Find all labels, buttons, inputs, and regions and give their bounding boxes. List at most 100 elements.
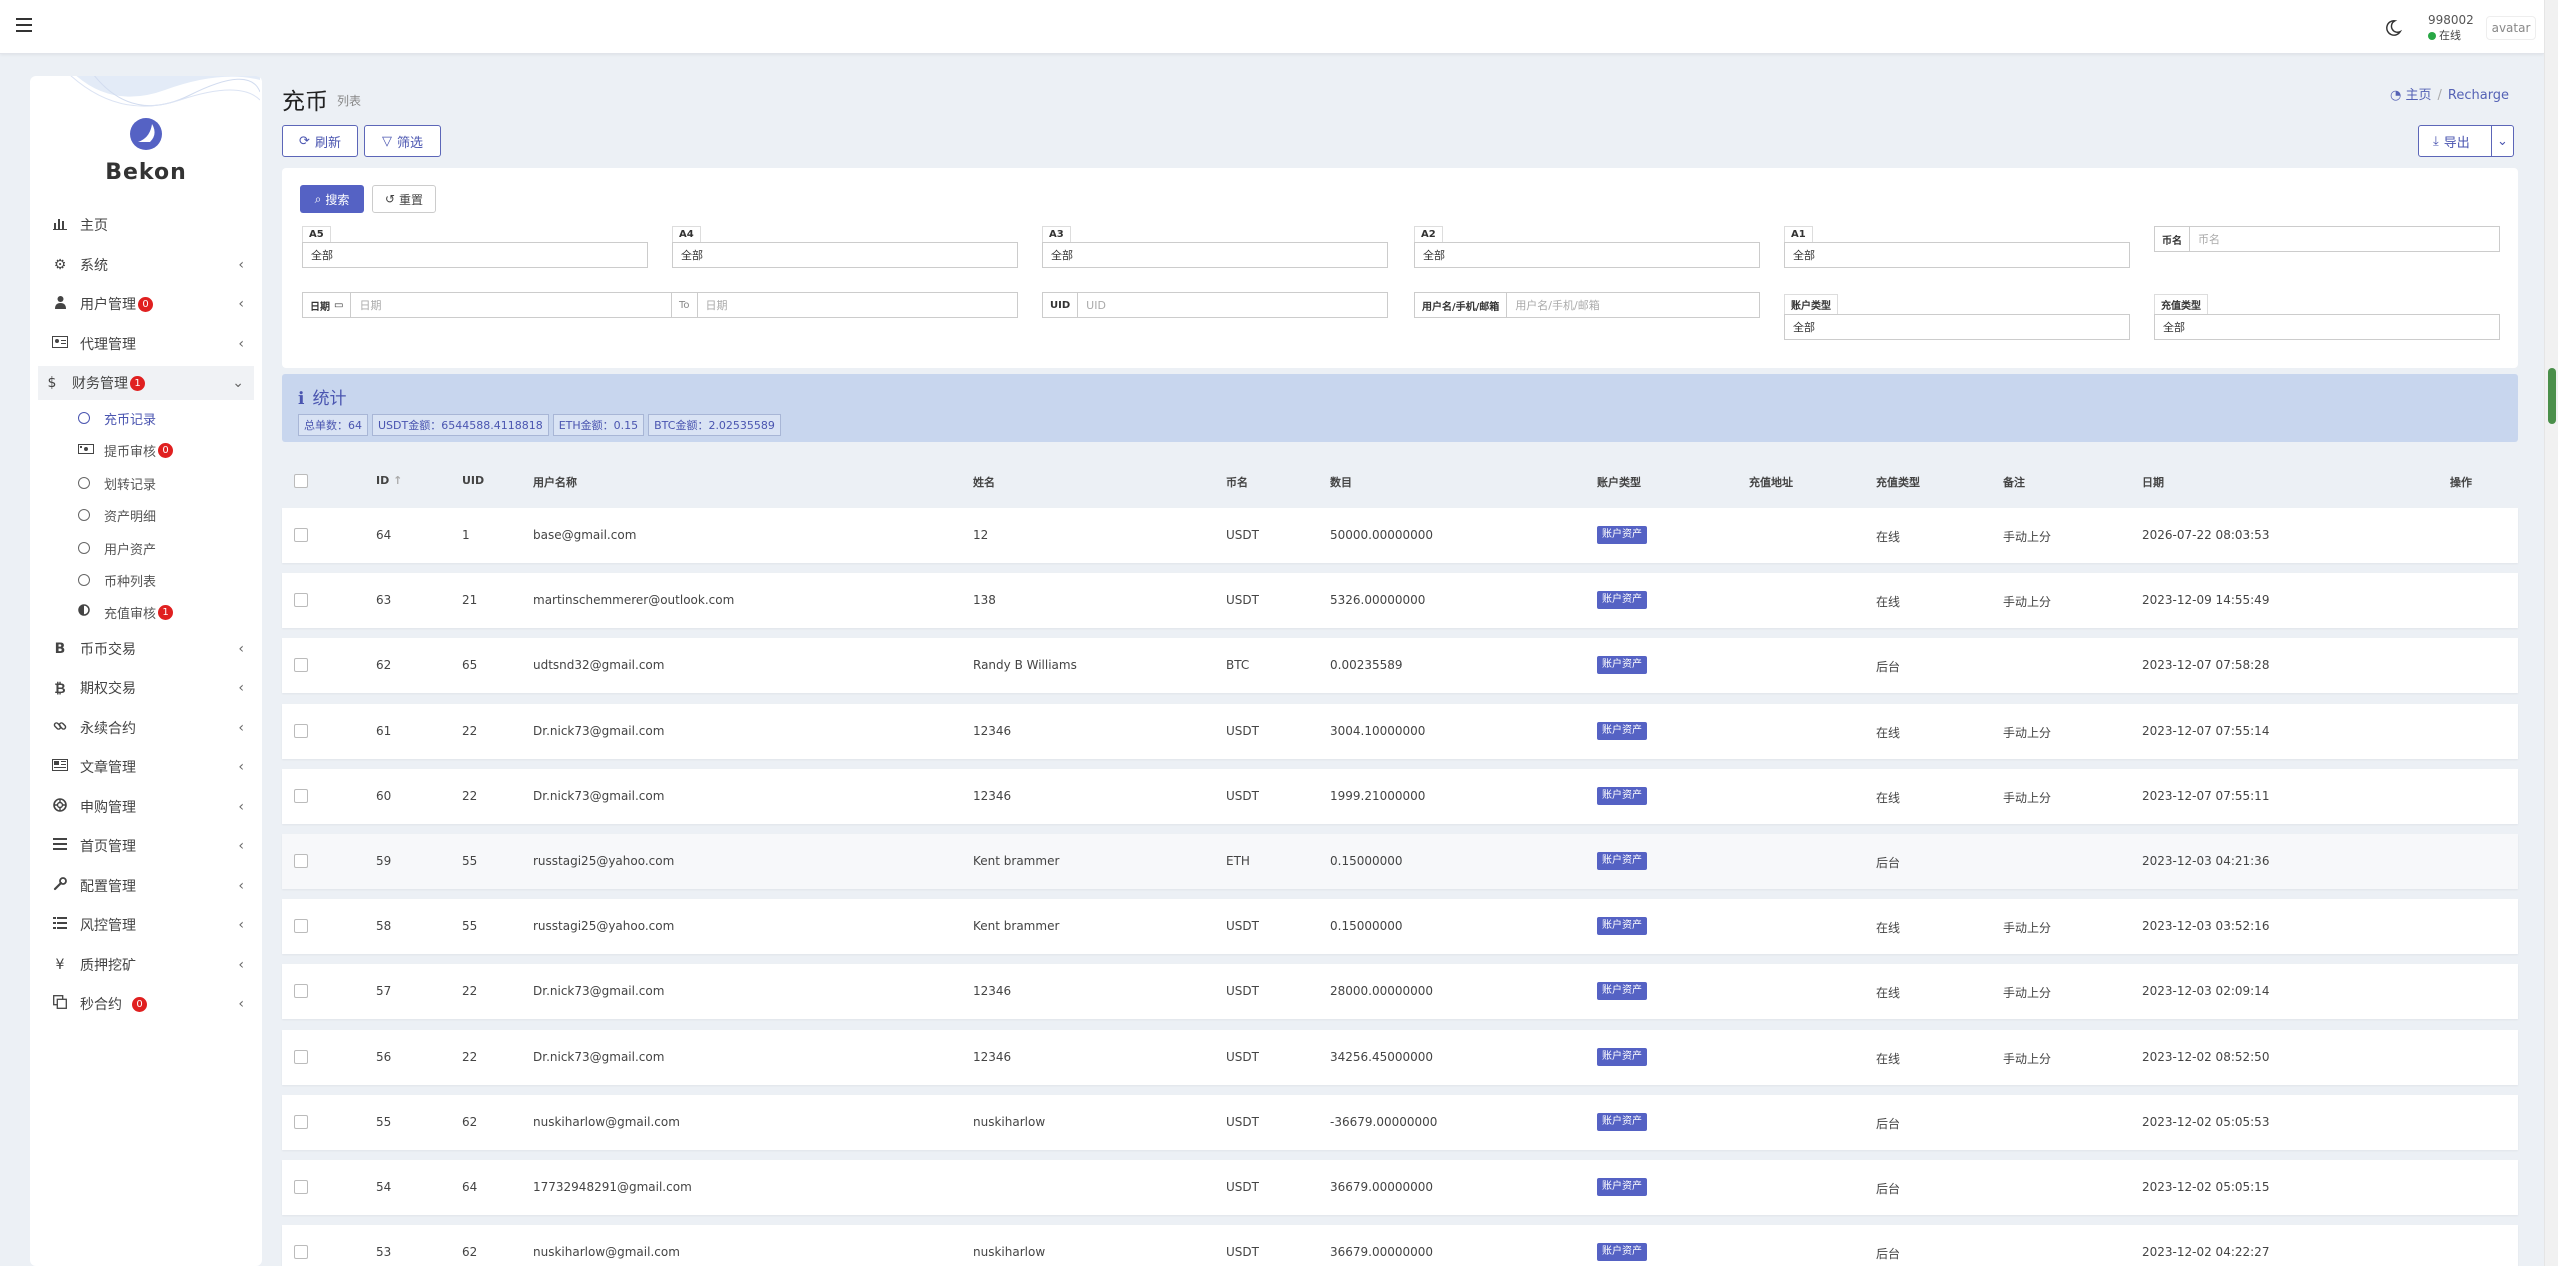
sidebar-sub-recharge-records[interactable]: 充币记录 bbox=[78, 404, 258, 432]
breadcrumb-home[interactable]: 主页 bbox=[2405, 88, 2431, 103]
cell-recharge-type: 在线 bbox=[1876, 725, 1901, 740]
sidebar-item-home[interactable]: 主页 bbox=[38, 208, 254, 242]
row-checkbox[interactable] bbox=[294, 528, 308, 542]
row-checkbox[interactable] bbox=[294, 1049, 308, 1064]
sidebar-item-config[interactable]: 配置管理 ‹ bbox=[38, 869, 254, 903]
table-row[interactable]: 59 55 russtagi25@yahoo.com Kent brammer ETH 0… bbox=[282, 834, 2518, 889]
sidebar-item-staking[interactable]: ¥ 质押挖矿 ‹ bbox=[38, 948, 254, 982]
filter-button[interactable]: ▽ 筛选 bbox=[364, 125, 441, 157]
uid-input[interactable]: UID bbox=[1078, 299, 1387, 312]
sidebar-sub-transfer-records[interactable]: 划转记录 bbox=[78, 469, 258, 497]
sidebar-item-options-trading[interactable]: ₿ 期权交易 ‹ bbox=[38, 671, 254, 705]
sidebar-item-second-contract[interactable]: 秒合约 0 ‹ bbox=[38, 987, 254, 1021]
row-checkbox[interactable] bbox=[294, 1114, 308, 1129]
cell-recharge-type: 在线 bbox=[1876, 921, 1901, 936]
dark-mode-icon[interactable] bbox=[2384, 19, 2402, 37]
row-checkbox[interactable] bbox=[294, 854, 308, 868]
cell-name: Randy B Williams bbox=[973, 658, 1077, 673]
sidebar-sub-recharge-review[interactable]: 充值审核 1 bbox=[78, 598, 258, 626]
sidebar-sub-asset-details[interactable]: 资产明细 bbox=[78, 501, 258, 529]
row-checkbox[interactable] bbox=[294, 788, 308, 803]
user-input[interactable]: 用户名/手机/邮箱 bbox=[1507, 297, 1759, 313]
coin-filter: 币名 币名 bbox=[2154, 226, 2500, 252]
table-row[interactable]: 53 62 nuskiharlow@gmail.com nuskiharlow USDT… bbox=[282, 1225, 2518, 1266]
row-checkbox[interactable] bbox=[294, 1245, 308, 1260]
table-row[interactable]: 55 62 nuskiharlow@gmail.com nuskiharlow USDT… bbox=[282, 1094, 2518, 1150]
a2-select[interactable]: 全部 bbox=[1414, 242, 1760, 268]
chevron-left-icon: ‹ bbox=[238, 878, 244, 894]
vertical-scrollbar[interactable] bbox=[2544, 0, 2558, 1266]
page-title: 充币 bbox=[282, 89, 328, 115]
cell-remark: 手动上分 bbox=[2003, 790, 2052, 805]
row-checkbox[interactable] bbox=[294, 984, 308, 999]
row-checkbox[interactable] bbox=[294, 723, 308, 738]
sidebar-item-articles[interactable]: 文章管理 ‹ bbox=[38, 750, 254, 784]
scrollbar-thumb[interactable] bbox=[2548, 368, 2556, 424]
select-all-checkbox[interactable] bbox=[294, 474, 308, 488]
cell-username: base@gmail.com bbox=[533, 528, 637, 542]
col-username: 用户名称 bbox=[533, 476, 577, 489]
sidebar-item-perpetual[interactable]: 永续合约 ‹ bbox=[38, 711, 254, 745]
sidebar-item-system[interactable]: ⚙ 系统 ‹ bbox=[38, 248, 254, 282]
col-uid: UID bbox=[462, 474, 485, 487]
sidebar-item-finance[interactable]: $ 财务管理 1 ⌄ bbox=[38, 366, 254, 400]
a4-select[interactable]: 全部 bbox=[672, 242, 1018, 268]
table-row[interactable]: 64 1 base@gmail.com 12 USDT 50000.00000000 在线 手… bbox=[282, 508, 2518, 563]
cell-username: martinschemmerer@outlook.com bbox=[533, 593, 735, 608]
table-row[interactable]: 58 55 russtagi25@yahoo.com Kent brammer USDT… bbox=[282, 899, 2518, 955]
filter-label: UID bbox=[1043, 293, 1079, 317]
row-checkbox[interactable] bbox=[294, 658, 308, 673]
table-row[interactable]: 56 22 Dr.nick73@gmail.com 12346 USDT 34256.45… bbox=[282, 1029, 2518, 1085]
table-row[interactable]: 62 65 udtsnd32@gmail.com Randy B Williams BT… bbox=[282, 638, 2518, 694]
sidebar-item-homepage-mgmt[interactable]: 首页管理 ‹ bbox=[38, 829, 254, 863]
row-checkbox[interactable] bbox=[294, 593, 308, 608]
table-row[interactable]: 61 22 Dr.nick73@gmail.com 12346 USDT 3004.100… bbox=[282, 703, 2518, 759]
cell-amount: 1999.21000000 bbox=[1330, 788, 1426, 803]
export-button[interactable]: ⤓ 导出 ⌄ bbox=[2418, 125, 2514, 157]
date-to-input[interactable]: 日期 bbox=[698, 297, 1018, 313]
wrench-icon bbox=[50, 877, 70, 895]
circle-icon bbox=[78, 412, 90, 424]
sidebar-sub-withdraw-review[interactable]: 提币审核 0 bbox=[78, 436, 258, 464]
search-button[interactable]: ⌕ 搜索 bbox=[300, 185, 364, 213]
coin-input[interactable]: 币名 bbox=[2190, 231, 2499, 247]
cell-uid: 62 bbox=[462, 1245, 478, 1260]
col-id[interactable]: ID ↑ bbox=[376, 474, 402, 487]
account-type-select[interactable]: 全部 bbox=[1784, 314, 2130, 340]
recharge-type-select[interactable]: 全部 bbox=[2154, 314, 2500, 340]
reset-button[interactable]: ↺ 重置 bbox=[372, 185, 436, 213]
avatar[interactable]: avatar bbox=[2486, 16, 2536, 40]
sidebar-sub-user-assets[interactable]: 用户资产 bbox=[78, 534, 258, 562]
cell-uid: 21 bbox=[462, 593, 478, 608]
table-row[interactable]: 54 64 17732948291@gmail.com USDT 36679.00000… bbox=[282, 1160, 2518, 1215]
sidebar-item-spot-trading[interactable]: B 币币交易 ‹ bbox=[38, 632, 254, 666]
stats-panel: ℹ 统计 总单数：64 USDT金额：6544588.4118818 ETH金额：… bbox=[282, 374, 2518, 442]
refresh-label: 刷新 bbox=[314, 135, 341, 151]
sidebar-item-subscription[interactable]: 申购管理 ‹ bbox=[38, 790, 254, 824]
cell-username: russtagi25@yahoo.com bbox=[533, 919, 675, 934]
table-row[interactable]: 63 21 martinschemmerer@outlook.com 138 USDT 5… bbox=[282, 573, 2518, 629]
date-from-input[interactable]: 日期 bbox=[351, 297, 671, 313]
sidebar-wave-decoration bbox=[70, 76, 260, 107]
cell-date: 2023-12-03 02:09:14 bbox=[2142, 984, 2270, 999]
sidebar-item-agents[interactable]: 代理管理 ‹ bbox=[38, 327, 254, 361]
stat-total: 总单数：64 bbox=[298, 414, 368, 436]
a5-select[interactable]: 全部 bbox=[302, 242, 648, 268]
cell-uid: 22 bbox=[462, 788, 478, 803]
calendar-icon: ▭ bbox=[334, 299, 344, 311]
table-header: ID ↑ UID 用户名称 姓名 币名 数目 账户类型 充值地址 充值类型 备注… bbox=[282, 462, 2518, 502]
a1-select[interactable]: 全部 bbox=[1784, 242, 2130, 268]
table-row[interactable]: 57 22 Dr.nick73@gmail.com 12346 USDT 28000.00… bbox=[282, 964, 2518, 1020]
refresh-button[interactable]: ⟳ 刷新 bbox=[282, 125, 358, 157]
sidebar-sub-coin-list[interactable]: 币种列表 bbox=[78, 566, 258, 594]
sidebar-item-risk[interactable]: 风控管理 ‹ bbox=[38, 908, 254, 942]
cell-recharge-type: 后台 bbox=[1876, 1247, 1901, 1262]
a3-select[interactable]: 全部 bbox=[1042, 242, 1388, 268]
brand-name: Bekon bbox=[105, 160, 187, 185]
table-row[interactable]: 60 22 Dr.nick73@gmail.com 12346 USDT 1999.210… bbox=[282, 768, 2518, 824]
row-checkbox[interactable] bbox=[294, 1180, 308, 1194]
user-info[interactable]: 998002 在线 bbox=[2428, 12, 2474, 44]
sidebar-item-users[interactable]: 用户管理 0 ‹ bbox=[38, 287, 254, 321]
row-checkbox[interactable] bbox=[294, 919, 308, 934]
menu-toggle-icon[interactable] bbox=[16, 18, 32, 32]
